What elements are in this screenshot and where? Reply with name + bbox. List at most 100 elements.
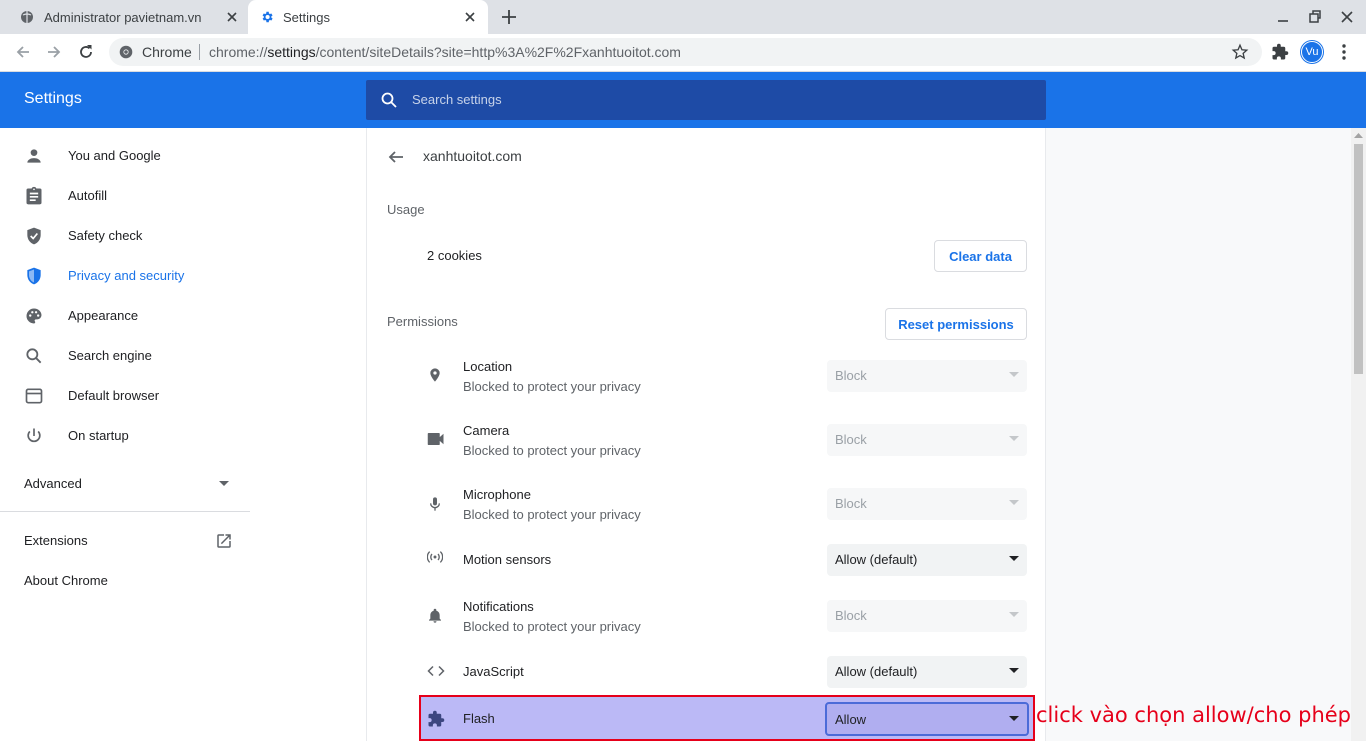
permission-select-motion-sensors[interactable]: Allow (default) — [827, 544, 1027, 576]
select-value: Allow (default) — [835, 664, 918, 679]
clipboard-icon — [24, 186, 44, 206]
site-name: xanhtuoitot.com — [423, 148, 522, 164]
sidebar-about-chrome[interactable]: About Chrome — [24, 573, 108, 588]
sidebar-item-safety-check[interactable]: Safety check — [0, 216, 250, 256]
page-title: Settings — [24, 90, 82, 107]
scroll-up-arrow-icon[interactable] — [1354, 132, 1363, 138]
omnibox-separator — [199, 44, 200, 60]
code-icon — [427, 665, 445, 677]
permission-name: Notifications — [463, 599, 534, 614]
tab-settings[interactable]: Settings — [248, 0, 488, 34]
search-input[interactable]: Search settings — [366, 80, 1046, 120]
content-gutter-right — [1046, 128, 1351, 741]
globe-icon — [20, 10, 34, 24]
sidebar-item-on-startup[interactable]: On startup — [0, 416, 250, 456]
chrome-site-icon[interactable] — [119, 45, 133, 59]
minimize-icon[interactable] — [1276, 9, 1290, 25]
close-icon[interactable] — [224, 9, 240, 25]
permission-select-javascript[interactable]: Allow (default) — [827, 656, 1027, 688]
extensions-puzzle-icon[interactable] — [1271, 43, 1289, 61]
permissions-heading: Permissions — [387, 314, 458, 329]
permission-select-microphone: Block — [827, 488, 1027, 520]
permission-subtext: Blocked to protect your privacy — [463, 379, 641, 394]
permission-select-flash[interactable]: Allow — [825, 702, 1029, 736]
sidebar-extensions[interactable]: Extensions — [24, 533, 88, 548]
sidebar-divider — [0, 511, 250, 512]
person-icon — [24, 146, 44, 166]
tab-strip: Administrator pavietnam.vn Settings — [0, 0, 1366, 34]
sidebar-item-label: Appearance — [68, 308, 139, 323]
clear-data-button[interactable]: Clear data — [934, 240, 1027, 272]
camera-icon — [427, 432, 445, 446]
url-scheme: chrome:// — [209, 44, 268, 60]
permission-select-notifications: Block — [827, 600, 1027, 632]
url-path: /content/siteDetails?site=http%3A%2F%2Fx… — [315, 44, 681, 60]
annotation-text: click vào chọn allow/cho phép — [1036, 703, 1352, 727]
sidebar-item-label: Autofill — [68, 188, 108, 203]
permission-row-notifications: Notifications Blocked to protect your pr… — [419, 584, 1027, 648]
select-value: Allow — [835, 712, 867, 727]
sidebar-item-default-browser[interactable]: Default browser — [0, 376, 250, 416]
tab-title: Settings — [283, 10, 330, 25]
select-value: Block — [835, 368, 867, 383]
cookies-count: 2 cookies — [427, 248, 482, 263]
permission-name: Camera — [463, 423, 510, 438]
microphone-icon — [427, 494, 443, 514]
back-arrow-icon[interactable] — [14, 43, 32, 61]
puzzle-icon — [427, 710, 445, 728]
chevron-down-icon[interactable] — [219, 481, 229, 487]
url-text[interactable]: chrome://settings/content/siteDetails?si… — [209, 44, 681, 60]
chevron-down-icon — [1009, 668, 1019, 674]
chevron-down-icon — [1009, 612, 1019, 618]
motion-sensor-icon — [427, 550, 443, 564]
sidebar-item-label: Privacy and security — [68, 268, 185, 283]
select-value: Allow (default) — [835, 552, 918, 567]
permission-name: Microphone — [463, 487, 531, 502]
chevron-down-icon — [1009, 436, 1019, 442]
browser-icon — [24, 386, 44, 406]
new-tab-icon[interactable] — [500, 8, 518, 26]
bell-icon — [427, 607, 443, 625]
tab-administrator[interactable]: Administrator pavietnam.vn — [0, 0, 248, 34]
permission-select-location: Block — [827, 360, 1027, 392]
sidebar-advanced[interactable]: Advanced — [24, 476, 82, 491]
restore-icon[interactable] — [1308, 9, 1322, 25]
back-arrow-icon[interactable] — [387, 148, 405, 166]
permission-name: JavaScript — [463, 664, 524, 679]
chevron-down-icon — [1009, 716, 1019, 722]
palette-icon — [24, 306, 44, 326]
address-bar[interactable]: Chrome chrome://settings/content/siteDet… — [109, 38, 1262, 66]
permission-subtext: Blocked to protect your privacy — [463, 443, 641, 458]
permission-name: Location — [463, 359, 513, 374]
url-host: settings — [267, 44, 316, 60]
sidebar-item-autofill[interactable]: Autofill — [0, 176, 250, 216]
reset-permissions-button[interactable]: Reset permissions — [885, 308, 1027, 340]
scrollbar-thumb[interactable] — [1354, 144, 1363, 374]
reload-icon[interactable] — [77, 43, 95, 61]
bookmark-star-icon[interactable] — [1231, 43, 1249, 61]
permission-subtext: Blocked to protect your privacy — [463, 619, 641, 634]
window-close-icon[interactable] — [1340, 9, 1354, 25]
shield-check-icon — [24, 226, 44, 246]
usage-heading: Usage — [387, 202, 425, 217]
open-in-new-icon[interactable] — [215, 532, 233, 550]
omnibox-chrome-label: Chrome — [142, 44, 192, 60]
flash-highlight-box: Flash Allow — [419, 695, 1035, 741]
scrollbar[interactable] — [1351, 128, 1366, 741]
browser-toolbar: Chrome chrome://settings/content/siteDet… — [0, 34, 1366, 72]
permission-row-motion-sensors: Motion sensors Allow (default) — [419, 528, 1027, 592]
permission-row-microphone: Microphone Blocked to protect your priva… — [419, 472, 1027, 536]
sidebar-item-you-and-google[interactable]: You and Google — [0, 136, 250, 176]
kebab-menu-icon[interactable] — [1337, 43, 1351, 61]
gear-icon — [260, 10, 274, 24]
close-icon[interactable] — [462, 9, 478, 25]
sidebar-item-appearance[interactable]: Appearance — [0, 296, 250, 336]
forward-arrow-icon[interactable] — [45, 43, 63, 61]
sidebar-item-label: Default browser — [68, 388, 160, 403]
permission-name: Motion sensors — [463, 552, 552, 567]
permission-subtext: Blocked to protect your privacy — [463, 507, 641, 522]
select-value: Block — [835, 432, 867, 447]
sidebar-item-privacy-and-security[interactable]: Privacy and security — [0, 256, 250, 296]
profile-avatar[interactable]: Vu — [1301, 41, 1323, 63]
sidebar-item-search-engine[interactable]: Search engine — [0, 336, 250, 376]
